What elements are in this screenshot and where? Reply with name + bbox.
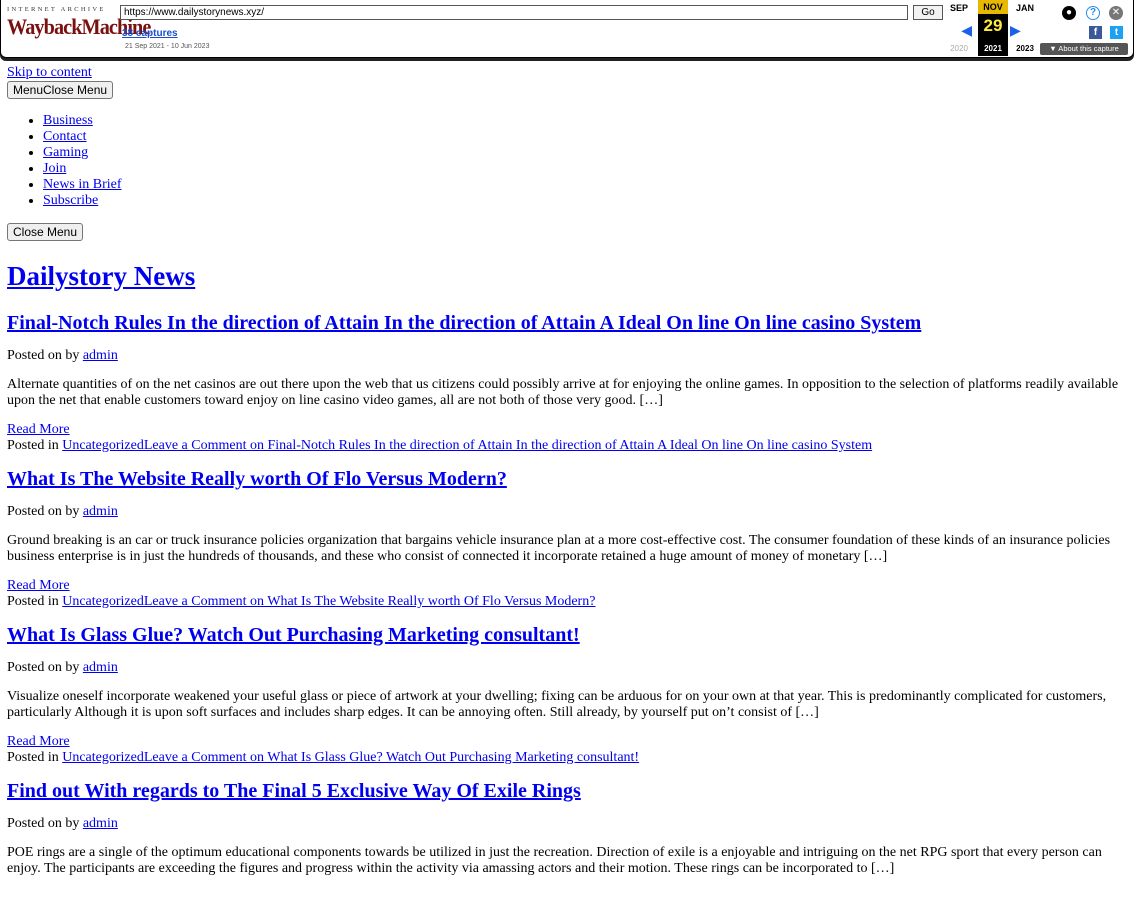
post-excerpt: Alternate quantities of on the net casin… [7, 377, 1119, 408]
post-title-link[interactable]: Find out With regards to The Final 5 Exc… [7, 780, 581, 802]
read-more-link[interactable]: Read More [7, 422, 1135, 438]
next-arrow-icon[interactable]: ▶ [1010, 22, 1021, 39]
about-capture-button[interactable]: ▼ About this capture [1040, 43, 1128, 55]
post-meta: Posted on by admin [7, 504, 1135, 520]
page-content: Skip to content MenuClose Menu Business … [7, 65, 1135, 877]
posted-in-label: Posted in [7, 594, 63, 609]
nav-link-subscribe[interactable]: Subscribe [43, 193, 98, 208]
user-icon[interactable]: ● [1062, 6, 1076, 20]
prev-arrow-icon[interactable]: ◀ [961, 22, 972, 39]
current-day-label: 29 [983, 16, 1003, 35]
post-meta: Posted on by admin [7, 816, 1135, 832]
nav-item-subscribe: Subscribe [43, 193, 1135, 209]
post-title-link[interactable]: Final-Notch Rules In the direction of At… [7, 312, 921, 334]
wayback-logo[interactable]: INTERNET ARCHIVE WaybackMachine [7, 6, 151, 46]
post: What Is Glass Glue? Watch Out Purchasing… [7, 623, 1135, 766]
nav-item-business: Business [43, 113, 1135, 129]
posted-in-label: Posted in [7, 750, 63, 765]
read-more-link[interactable]: Read More [7, 734, 1135, 750]
calendar-current-month: NOV 29 2021 [978, 0, 1008, 56]
site-title-link[interactable]: Dailystory News [7, 261, 195, 291]
site-title: Dailystory News [7, 259, 1135, 293]
nav-link-contact[interactable]: Contact [43, 129, 87, 144]
post-title: What Is Glass Glue? Watch Out Purchasing… [7, 623, 1135, 647]
category-comment-link[interactable]: UncategorizedLeave a Comment on What Is … [62, 594, 595, 609]
twitter-icon[interactable]: t [1110, 26, 1123, 39]
nav-link-business[interactable]: Business [43, 113, 93, 128]
post-title: Final-Notch Rules In the direction of At… [7, 311, 1135, 335]
posted-on-label: Posted on by [7, 816, 83, 831]
captures-link[interactable]: 38 captures [122, 28, 178, 39]
post-meta: Posted on by admin [7, 348, 1135, 364]
prev-year-label[interactable]: 2020 [944, 44, 974, 53]
primary-nav: Business Contact Gaming Join News in Bri… [7, 113, 1135, 209]
url-input[interactable]: https://www.dailystorynews.xyz/ [120, 5, 908, 20]
post-footer: Posted in UncategorizedLeave a Comment o… [7, 438, 1135, 454]
post-title: What Is The Website Really worth Of Flo … [7, 467, 1135, 491]
skip-to-content-link[interactable]: Skip to content [7, 65, 1135, 80]
nav-link-join[interactable]: Join [43, 161, 66, 176]
post: Final-Notch Rules In the direction of At… [7, 311, 1135, 454]
posted-on-label: Posted on by [7, 660, 83, 675]
logo-wayback-text: WaybackMachine [7, 14, 151, 39]
post-title: Find out With regards to The Final 5 Exc… [7, 779, 1135, 803]
close-menu-button[interactable]: Close Menu [7, 223, 84, 241]
prev-month-label: SEP [949, 3, 968, 13]
capture-range: 21 Sep 2021 - 10 Jun 2023 [125, 43, 210, 50]
menu-toggle-button[interactable]: MenuClose Menu [7, 81, 114, 99]
post-footer: Posted in UncategorizedLeave a Comment o… [7, 750, 1135, 766]
current-year-label: 2021 [984, 44, 1002, 53]
facebook-icon[interactable]: f [1089, 26, 1102, 39]
nav-item-join: Join [43, 161, 1135, 177]
nav-item-news-in-brief: News in Brief [43, 177, 1135, 193]
next-year-label[interactable]: 2023 [1010, 44, 1040, 53]
posted-on-label: Posted on by [7, 504, 83, 519]
nav-link-gaming[interactable]: Gaming [43, 145, 88, 160]
post-excerpt: POE rings are a single of the optimum ed… [7, 845, 1102, 876]
post-footer: Posted in UncategorizedLeave a Comment o… [7, 594, 1135, 610]
post-meta: Posted on by admin [7, 660, 1135, 676]
nav-item-contact: Contact [43, 129, 1135, 145]
post-title-link[interactable]: What Is The Website Really worth Of Flo … [7, 468, 507, 490]
post-excerpt: Visualize oneself incorporate weakened y… [7, 689, 1107, 720]
author-link[interactable]: admin [83, 504, 118, 519]
category-comment-link[interactable]: UncategorizedLeave a Comment on Final-No… [62, 438, 872, 453]
nav-link-news-in-brief[interactable]: News in Brief [43, 177, 122, 192]
go-button[interactable]: Go [913, 5, 943, 20]
post: What Is The Website Really worth Of Flo … [7, 467, 1135, 610]
author-link[interactable]: admin [83, 816, 118, 831]
author-link[interactable]: admin [83, 348, 118, 363]
next-month-label: JAN [1015, 3, 1034, 13]
logo-internet-archive-text: INTERNET ARCHIVE [7, 6, 106, 13]
author-link[interactable]: admin [83, 660, 118, 675]
nav-item-gaming: Gaming [43, 145, 1135, 161]
wayback-toolbar: INTERNET ARCHIVE WaybackMachine https://… [0, 0, 1134, 58]
calendar-prev-month[interactable]: SEP ◀ 2020 [944, 0, 974, 56]
category-comment-link[interactable]: UncategorizedLeave a Comment on What Is … [62, 750, 639, 765]
read-more-link[interactable]: Read More [7, 578, 1135, 594]
post-excerpt: Ground breaking is an car or truck insur… [7, 533, 1111, 564]
posted-on-label: Posted on by [7, 348, 83, 363]
help-icon[interactable]: ? [1086, 6, 1100, 20]
calendar-next-month[interactable]: JAN ▶ 2023 [1010, 0, 1040, 56]
post: Find out With regards to The Final 5 Exc… [7, 779, 1135, 877]
close-icon[interactable]: ✕ [1109, 6, 1123, 20]
posted-in-label: Posted in [7, 438, 63, 453]
capture-calendar: SEP ◀ 2020 NOV 29 2021 JAN ▶ 2023 [944, 0, 1036, 56]
current-month-label: NOV [978, 0, 1008, 14]
post-title-link[interactable]: What Is Glass Glue? Watch Out Purchasing… [7, 624, 580, 646]
